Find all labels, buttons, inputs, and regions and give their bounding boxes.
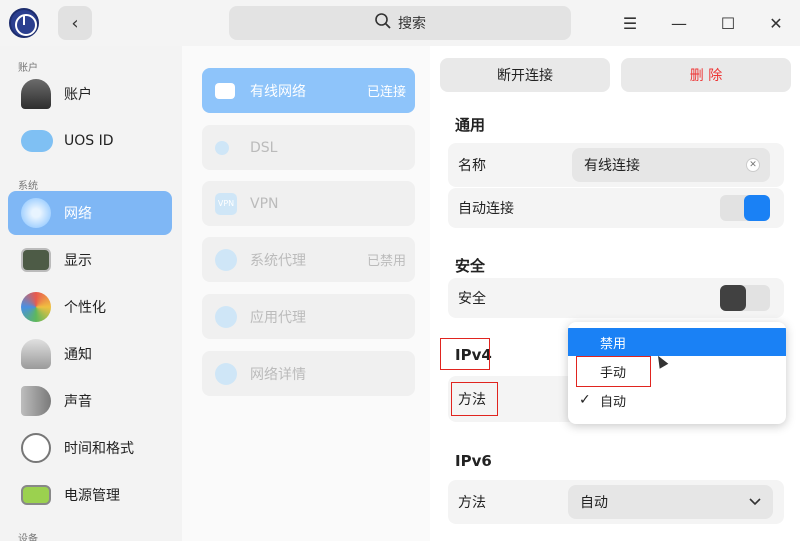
delete-button[interactable]: 删 除 bbox=[621, 58, 791, 92]
ipv6-method-select[interactable]: 自动 bbox=[568, 485, 773, 519]
auto-connect-label: 自动连接 bbox=[458, 201, 514, 217]
security-toggle[interactable] bbox=[720, 285, 770, 311]
sidebar-item-label: 电源管理 bbox=[64, 488, 120, 504]
sidebar-item-notification[interactable]: 通知 bbox=[8, 332, 172, 376]
sidebar-item-display[interactable]: 显示 bbox=[8, 238, 172, 282]
vpn-icon: VPN bbox=[215, 192, 237, 215]
name-row: 名称 有线连接 ✕ bbox=[448, 143, 784, 187]
ipv6-method-label: 方法 bbox=[458, 495, 486, 511]
search-input[interactable]: 搜索 bbox=[229, 6, 571, 40]
section-label-device: 设备 bbox=[18, 534, 38, 541]
maximize-icon: ☐ bbox=[720, 13, 736, 33]
network-icon bbox=[21, 198, 51, 228]
network-item-wired[interactable]: 有线网络 已连接 bbox=[202, 68, 415, 113]
sidebar-item-label: 时间和格式 bbox=[64, 441, 134, 457]
monitor-icon bbox=[21, 248, 51, 272]
network-item-label: 网络详情 bbox=[250, 366, 306, 383]
cloud-icon bbox=[21, 130, 53, 152]
sidebar-item-power[interactable]: 电源管理 bbox=[8, 473, 172, 517]
ipv6-section-title: IPv6 bbox=[455, 452, 492, 470]
wired-network-icon bbox=[215, 82, 235, 99]
network-item-system-proxy[interactable]: 系统代理 已禁用 bbox=[202, 237, 415, 282]
system-proxy-icon bbox=[215, 248, 237, 271]
dropdown-option-label: 自动 bbox=[600, 394, 627, 410]
checkmark-icon: ✓ bbox=[579, 392, 591, 408]
toggle-knob bbox=[744, 195, 770, 221]
highlight-box-method bbox=[451, 382, 498, 416]
bell-icon bbox=[21, 339, 51, 369]
sidebar-item-label: 个性化 bbox=[64, 300, 106, 316]
sidebar-item-account[interactable]: 账户 bbox=[8, 72, 172, 116]
close-icon: ✕ bbox=[769, 13, 783, 33]
network-item-label: 系统代理 bbox=[250, 252, 306, 269]
network-item-dsl[interactable]: DSL bbox=[202, 125, 415, 170]
battery-icon bbox=[21, 485, 51, 505]
maximize-button[interactable]: ☐ bbox=[717, 12, 739, 34]
app-proxy-icon bbox=[215, 305, 237, 328]
disconnect-button[interactable]: 断开连接 bbox=[440, 58, 610, 92]
dropdown-option-disabled[interactable]: 禁用 bbox=[568, 328, 786, 356]
name-label: 名称 bbox=[458, 158, 486, 174]
toggle-knob bbox=[720, 285, 746, 311]
network-item-label: 应用代理 bbox=[250, 309, 306, 326]
sidebar-item-label: 网络 bbox=[64, 206, 92, 222]
menu-button[interactable]: ☰ bbox=[619, 12, 641, 34]
connection-name-value: 有线连接 bbox=[584, 158, 640, 174]
app-logo-icon bbox=[9, 8, 39, 38]
ipv6-method-row: 方法 自动 bbox=[448, 480, 784, 524]
sidebar-item-label: 显示 bbox=[64, 253, 92, 269]
general-section-title: 通用 bbox=[455, 116, 486, 134]
chevron-left-icon: ‹ bbox=[71, 12, 79, 34]
network-item-vpn[interactable]: VPN VPN bbox=[202, 181, 415, 226]
connection-settings-panel: 断开连接 删 除 通用 名称 有线连接 ✕ 自动连接 安全 安全 IPv4 方法… bbox=[430, 46, 800, 541]
search-placeholder: 搜索 bbox=[398, 16, 426, 32]
sidebar-item-uos-id[interactable]: UOS ID bbox=[8, 119, 172, 163]
network-item-label: 有线网络 bbox=[250, 83, 306, 100]
highlight-box-ipv4 bbox=[440, 338, 490, 370]
sidebar-item-label: UOS ID bbox=[64, 133, 114, 149]
security-row: 安全 bbox=[448, 278, 784, 318]
palette-icon bbox=[21, 292, 51, 322]
connection-name-field[interactable]: 有线连接 ✕ bbox=[572, 148, 770, 182]
network-item-label: VPN bbox=[250, 195, 279, 212]
sidebar-item-label: 账户 bbox=[64, 87, 92, 103]
back-button[interactable]: ‹ bbox=[58, 6, 92, 40]
clock-icon bbox=[21, 433, 51, 463]
speaker-icon bbox=[21, 386, 51, 416]
menu-icon: ☰ bbox=[622, 13, 638, 33]
ipv6-method-value: 自动 bbox=[580, 495, 608, 511]
sidebar: 账户 账户 UOS ID 系统 网络 显示 个性化 通知 声音 时间和格式 电源… bbox=[0, 46, 182, 541]
sidebar-item-personalization[interactable]: 个性化 bbox=[8, 285, 172, 329]
security-section-title: 安全 bbox=[455, 257, 486, 275]
sidebar-item-label: 通知 bbox=[64, 347, 92, 363]
security-label: 安全 bbox=[458, 291, 486, 307]
minimize-icon: — bbox=[671, 13, 687, 33]
minimize-button[interactable]: — bbox=[668, 12, 690, 34]
titlebar: ‹ 搜索 ☰ — ☐ ✕ bbox=[0, 0, 800, 46]
network-item-status: 已禁用 bbox=[366, 254, 406, 269]
dsl-icon bbox=[215, 140, 229, 155]
network-category-list: 有线网络 已连接 DSL VPN VPN 系统代理 已禁用 应用代理 网络详情 bbox=[182, 46, 430, 541]
clear-icon[interactable]: ✕ bbox=[746, 158, 760, 172]
auto-connect-row: 自动连接 bbox=[448, 188, 784, 228]
network-item-details[interactable]: 网络详情 bbox=[202, 351, 415, 396]
section-label-system: 系统 bbox=[18, 181, 38, 192]
sidebar-item-time-format[interactable]: 时间和格式 bbox=[8, 426, 172, 470]
chevron-down-icon bbox=[749, 495, 761, 509]
sidebar-item-network[interactable]: 网络 bbox=[8, 191, 172, 235]
search-icon bbox=[374, 12, 392, 35]
highlight-box-manual bbox=[576, 356, 651, 387]
dropdown-option-auto[interactable]: ✓ 自动 bbox=[568, 386, 786, 414]
network-item-label: DSL bbox=[250, 139, 278, 156]
network-item-status: 已连接 bbox=[366, 85, 406, 100]
sidebar-item-label: 声音 bbox=[64, 394, 92, 410]
info-icon bbox=[215, 362, 237, 385]
network-item-app-proxy[interactable]: 应用代理 bbox=[202, 294, 415, 339]
auto-connect-toggle[interactable] bbox=[720, 195, 770, 221]
sidebar-item-sound[interactable]: 声音 bbox=[8, 379, 172, 423]
close-button[interactable]: ✕ bbox=[765, 12, 787, 34]
user-icon bbox=[21, 79, 51, 109]
